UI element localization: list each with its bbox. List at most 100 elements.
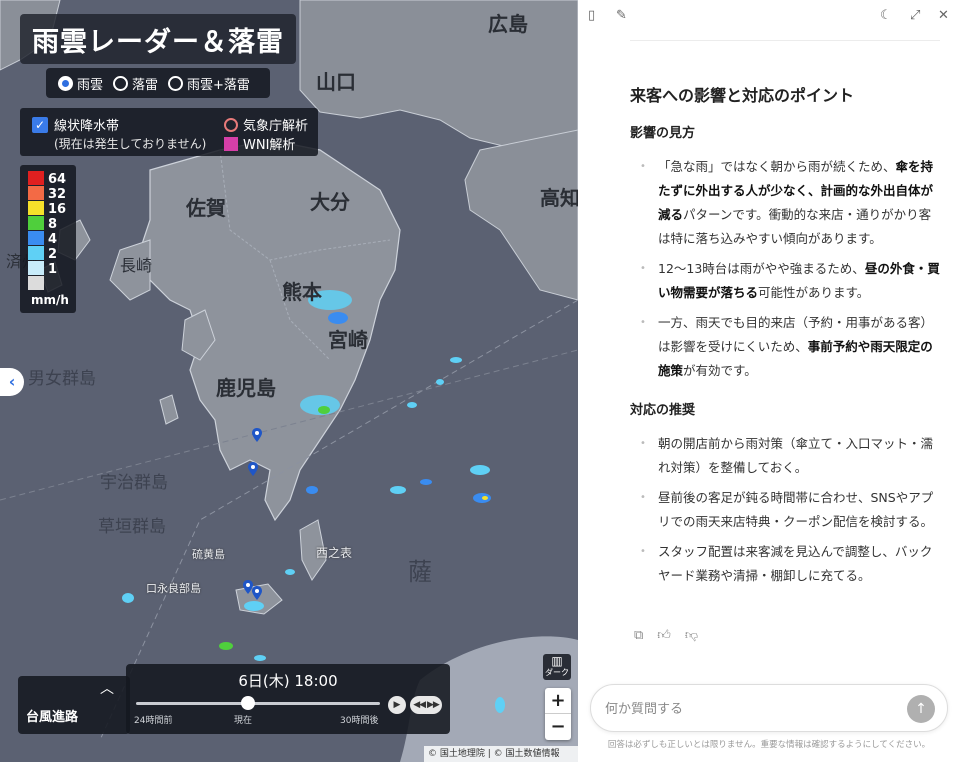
- legend-value: 1: [48, 262, 58, 277]
- zoom-control: + −: [545, 688, 571, 740]
- radio-icon: [168, 75, 184, 91]
- ring-icon: [224, 117, 238, 132]
- new-chat-icon[interactable]: ✎: [616, 8, 627, 23]
- radio-icon: [113, 75, 129, 91]
- chat-panel: ▯ ✎ ☾ ⤢ ✕ 来客への影響と対応のポイント 影響の見方 「急な雨」ではなく…: [578, 0, 960, 762]
- play-icon: ▶: [393, 700, 401, 710]
- question-box: ↑: [590, 684, 948, 732]
- impact-list: 「急な雨」ではなく朝から雨が続くため、傘を持たずに外出する人が少なく、計画的な外…: [630, 155, 942, 383]
- thumbs-up-icon[interactable]: 👍︎: [657, 628, 671, 643]
- close-icon[interactable]: ✕: [938, 8, 949, 23]
- thumbs-down-icon[interactable]: 👎︎: [685, 628, 698, 643]
- divider: [630, 40, 940, 41]
- mode-selector: 雨雲 落雷 雨雲+落雷: [46, 68, 270, 98]
- expand-icon[interactable]: ⤢: [910, 8, 920, 23]
- legend-swatch: [28, 246, 44, 260]
- item-text: パターンです。衝動的な来店・通りがかり客は特に落ち込みやすい傾向があります。: [658, 207, 932, 246]
- wni-analysis-label: WNI解析: [243, 138, 296, 153]
- label-kagoshima: 鹿児島: [216, 376, 276, 400]
- location-pin-icon[interactable]: [248, 462, 258, 476]
- theme-moon-icon[interactable]: ☾: [880, 8, 892, 23]
- time-end-label: 30時間後: [340, 716, 379, 726]
- location-pin-icon[interactable]: [252, 586, 262, 600]
- list-item: 昼前後の客足が鈍る時間帯に合わせ、SNSやアプリでの雨天来店特典・クーポン配信を…: [630, 486, 942, 534]
- dark-label: ダーク: [545, 668, 569, 677]
- precipitation-legend: 64 32 16 8 4 2 1 mm/h: [20, 165, 76, 313]
- legend-swatch: [28, 216, 44, 230]
- label-kochi: 高知: [540, 186, 578, 210]
- zoom-out-button[interactable]: −: [545, 714, 571, 740]
- typhoon-track-button[interactable]: ︿ 台風進路: [18, 676, 130, 734]
- sidebar-toggle-icon[interactable]: ▯: [588, 8, 595, 23]
- legend-value: 16: [48, 202, 67, 217]
- mode-label: 雨雲: [77, 77, 104, 93]
- item-text: が有効です。: [683, 363, 757, 378]
- mode-radio-rain-lightning[interactable]: 雨雲+落雷: [168, 74, 250, 93]
- label-nagasaki: 長崎: [120, 256, 153, 275]
- label-oita: 大分: [310, 190, 350, 214]
- step-buttons[interactable]: ◀◀ ▶▶: [410, 696, 442, 714]
- mode-radio-rain[interactable]: 雨雲: [58, 74, 103, 93]
- question-input[interactable]: [605, 697, 895, 721]
- item-text: 可能性があります。: [758, 285, 870, 300]
- label-kumamoto: 熊本: [282, 280, 322, 304]
- send-button[interactable]: ↑: [907, 695, 935, 723]
- label-nishinoomote: 西之表: [316, 546, 353, 560]
- chevron-up-icon: ︿: [100, 681, 114, 697]
- legend-swatch: [28, 201, 44, 215]
- section-recommend-title: 対応の推奨: [630, 403, 696, 418]
- label-uji-islands: 宇治群島: [100, 473, 168, 493]
- mode-label: 雨雲+落雷: [187, 77, 250, 93]
- label-kusagaki-islands: 草垣群島: [98, 517, 166, 537]
- label-miyazaki: 宮崎: [328, 328, 368, 352]
- play-button[interactable]: ▶: [388, 696, 406, 714]
- section-impact-title: 影響の見方: [630, 126, 696, 141]
- legend-swatch: [28, 171, 44, 185]
- typhoon-track-label: 台風進路: [26, 710, 79, 725]
- zoom-in-button[interactable]: +: [545, 688, 571, 714]
- mode-radio-lightning[interactable]: 落雷: [113, 74, 158, 93]
- rewind-icon[interactable]: ◀◀: [413, 700, 426, 710]
- answer-heading: 来客への影響と対応のポイント: [630, 86, 855, 105]
- list-item: 朝の開店前から雨対策（傘立て・入口マット・濡れ対策）を整備しておく。: [630, 432, 942, 480]
- checkmark-icon: ✓: [32, 116, 48, 133]
- time-slider-track[interactable]: [136, 702, 380, 705]
- location-pin-icon[interactable]: [252, 428, 262, 442]
- jma-analysis-label: 気象庁解析: [243, 119, 309, 134]
- chevron-left-icon: ‹: [8, 372, 16, 391]
- label-iojima: 硫黄島: [192, 548, 225, 561]
- legend-swatch: [28, 276, 44, 290]
- attribution-gsi-link[interactable]: © 国土地理院: [428, 749, 485, 759]
- map-icon: ▥: [551, 654, 563, 668]
- mode-label: 落雷: [132, 77, 159, 93]
- square-icon: [224, 136, 238, 151]
- legend-value: 32: [48, 187, 67, 202]
- label-saga: 佐賀: [186, 196, 226, 220]
- current-time: 6日(木) 18:00: [238, 672, 338, 690]
- linear-rain-checkbox[interactable]: ✓ 線状降水帯: [32, 115, 119, 134]
- message-actions: ⧉ 👍︎ 👎︎: [634, 628, 698, 643]
- time-slider-handle[interactable]: [241, 696, 256, 710]
- time-now-label: 現在: [234, 716, 253, 726]
- legend-value: 64: [48, 172, 67, 187]
- recommend-list: 朝の開店前から雨対策（傘立て・入口マット・濡れ対策）を整備しておく。 昼前後の客…: [630, 432, 942, 588]
- weather-map[interactable]: 広島 山口 高知 佐賀 大分 熊本 宮崎 鹿児島 長崎 男女群島 宇治群島 草垣…: [0, 0, 578, 762]
- fast-forward-icon[interactable]: ▶▶: [427, 700, 440, 710]
- wni-analysis-toggle[interactable]: WNI解析: [224, 134, 295, 153]
- legend-value: 8: [48, 217, 58, 232]
- linear-rain-label: 線状降水帯: [54, 119, 120, 134]
- map-title: 雨雲レーダー＆落雷: [20, 14, 296, 64]
- radio-selected-icon: [58, 75, 73, 91]
- list-item: 12〜13時台は雨がやや強まるため、昼の外食・買い物需要が落ちる可能性があります…: [630, 257, 942, 305]
- legend-swatch: [28, 186, 44, 200]
- attribution-nlni-link[interactable]: © 国土数値情報: [494, 749, 560, 759]
- disclaimer-text: 回答は必ずしも正しいとは限りません。重要な情報は確認するようにしてください。: [607, 740, 931, 750]
- label-yamaguchi: 山口: [316, 70, 356, 94]
- copy-icon[interactable]: ⧉: [634, 628, 643, 643]
- dark-mode-map-button[interactable]: ▥ ダーク: [543, 654, 571, 680]
- jma-analysis-toggle[interactable]: 気象庁解析: [224, 115, 308, 134]
- legend-unit: mm/h: [31, 293, 69, 307]
- list-item: 「急な雨」ではなく朝から雨が続くため、傘を持たずに外出する人が少なく、計画的な外…: [630, 155, 942, 251]
- legend-swatch: [28, 231, 44, 245]
- legend-swatch: [28, 261, 44, 275]
